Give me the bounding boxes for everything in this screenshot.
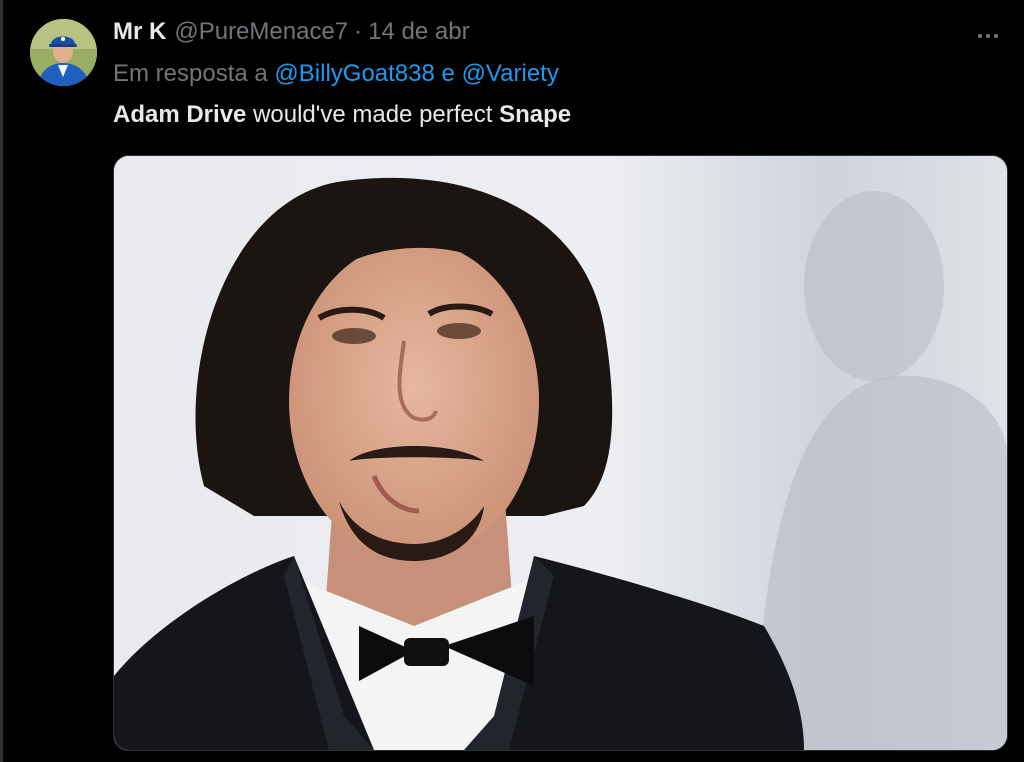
- tweet-media-image[interactable]: [113, 155, 1008, 751]
- reply-mention-billygoat[interactable]: @BillyGoat838: [274, 60, 434, 87]
- tweet-text-bold-name: Adam Drive: [113, 101, 247, 128]
- reply-prefix: Em resposta a: [113, 60, 268, 87]
- reply-mention-variety[interactable]: @Variety: [462, 60, 559, 87]
- reply-context: Em resposta a @BillyGoat838 e @Variety: [113, 60, 559, 88]
- separator-dot: ·: [354, 18, 363, 45]
- frame-edge: [0, 0, 3, 762]
- user-handle[interactable]: @PureMenace7: [174, 18, 348, 46]
- tweet-header: Mr K @PureMenace7 · 14 de abr: [113, 18, 470, 52]
- more-horizontal-icon[interactable]: [972, 20, 1004, 52]
- tweet-text-bold-snape: Snape: [499, 101, 572, 128]
- avatar[interactable]: [30, 19, 97, 86]
- portrait-photo: [114, 156, 1007, 750]
- timestamp[interactable]: 14 de abr: [368, 18, 469, 46]
- tweet-text: Adam Drive would've made perfect Snape: [113, 101, 571, 129]
- tweet-text-middle: would've made perfect: [253, 101, 493, 128]
- reply-conjunction: e: [441, 60, 455, 87]
- display-name[interactable]: Mr K: [113, 18, 166, 46]
